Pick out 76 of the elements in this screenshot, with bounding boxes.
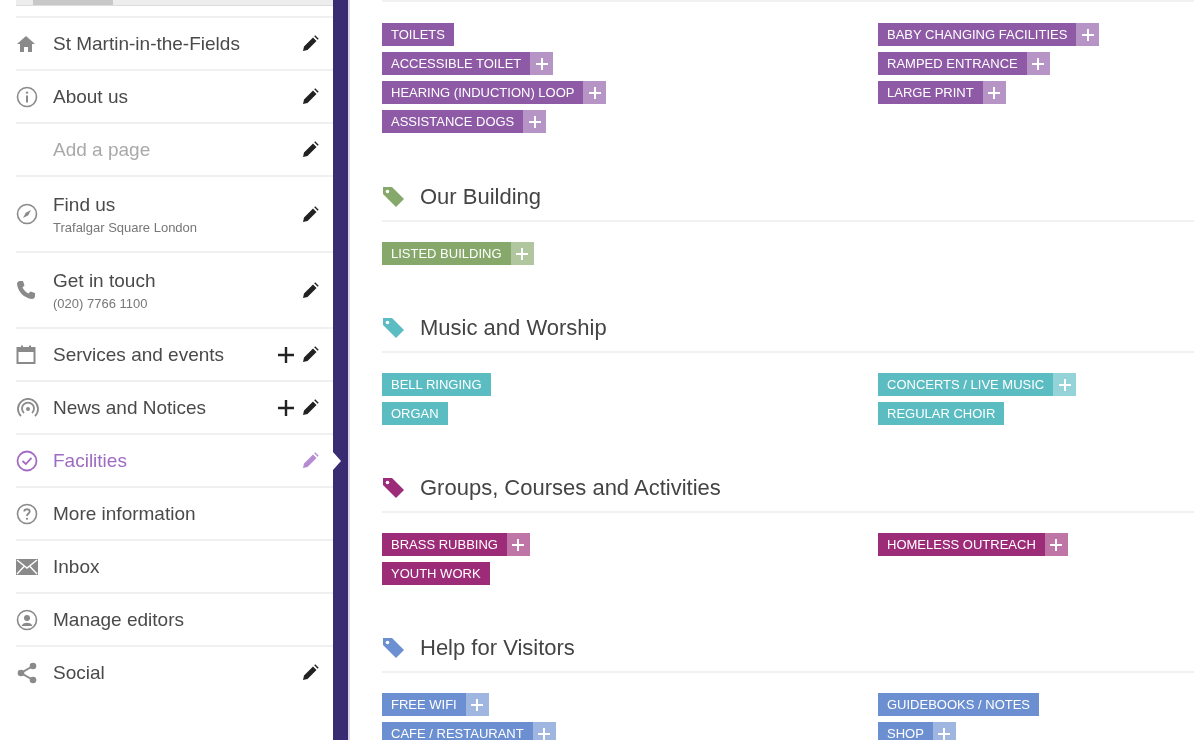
nav-label: Social [53, 661, 106, 684]
nav-label: Get in touch [53, 269, 157, 292]
nav-label: More information [53, 502, 197, 525]
plus-icon [528, 115, 541, 128]
section-title: Help for Visitors [420, 634, 575, 661]
plus-icon [471, 698, 484, 711]
pencil-icon[interactable] [302, 141, 319, 158]
facility-tag[interactable]: GUIDEBOOKS / NOTES [878, 693, 1040, 716]
info-icon [16, 85, 38, 108]
add-button[interactable] [1026, 52, 1050, 75]
nav-label: Services and events [53, 343, 226, 366]
plus-icon [538, 727, 551, 740]
nav-label: Facilities [53, 449, 128, 472]
nav-sublabel: (020) 7766 1100 [53, 295, 149, 311]
plus-icon [588, 86, 601, 99]
scrollbar[interactable] [16, 0, 333, 6]
plus-icon [516, 247, 529, 260]
section-title: Our Building [420, 183, 542, 210]
broadcast-icon [16, 397, 40, 418]
facility-tag[interactable]: ACCESSIBLE TOILET [382, 52, 531, 75]
home-icon [16, 34, 36, 53]
pencil-icon[interactable] [302, 35, 319, 52]
facility-tag[interactable]: BRASS RUBBING [382, 533, 507, 556]
pencil-icon[interactable] [302, 399, 319, 416]
facility-tag[interactable]: CAFE / RESTAURANT [382, 722, 533, 740]
add-button[interactable] [506, 533, 530, 556]
plus-icon [535, 57, 548, 70]
facility-tag[interactable]: FREE WIFI [382, 693, 466, 716]
plus-icon[interactable] [278, 399, 294, 416]
phone-icon [16, 280, 36, 300]
nav-label: Add a page [53, 138, 152, 161]
facility-tag[interactable]: HEARING (INDUCTION) LOOP [382, 81, 584, 104]
plus-icon [512, 538, 525, 551]
check-circle-icon [16, 449, 38, 472]
plus-icon [1058, 378, 1071, 391]
add-button[interactable] [532, 722, 556, 740]
user-icon [16, 608, 38, 631]
mail-icon [16, 558, 38, 575]
nav-label: Inbox [53, 555, 101, 578]
nav-label: About us [53, 85, 129, 108]
add-button[interactable] [465, 693, 489, 716]
plus-icon [988, 86, 1001, 99]
pencil-icon[interactable] [302, 205, 319, 223]
share-icon [16, 661, 38, 684]
plus-icon[interactable] [278, 346, 294, 363]
plus-icon [1050, 538, 1063, 551]
section-title: Music and Worship [420, 314, 607, 341]
help-icon [16, 502, 38, 525]
nav-sublabel: Trafalgar Square London [53, 219, 199, 235]
nav-label: Find us [53, 193, 117, 216]
add-button[interactable] [1044, 533, 1068, 556]
add-button[interactable] [982, 81, 1006, 104]
plus-icon [1081, 28, 1094, 41]
facility-tag[interactable]: BABY CHANGING FACILITIES [878, 23, 1077, 46]
facility-tag[interactable]: SHOP [878, 722, 933, 740]
compass-icon [16, 203, 38, 225]
facility-tag[interactable]: LARGE PRINT [878, 81, 983, 104]
facility-tag[interactable]: TOILETS [382, 23, 454, 46]
pencil-icon[interactable] [302, 88, 319, 105]
pencil-icon[interactable] [302, 664, 319, 681]
calendar-icon [16, 344, 36, 365]
facility-tag[interactable]: ASSISTANCE DOGS [382, 110, 524, 133]
nav-label: Manage editors [53, 608, 185, 631]
nav-label: St Martin-in-the-Fields [53, 32, 241, 55]
facility-tag[interactable]: HOMELESS OUTREACH [878, 533, 1045, 556]
facility-tag[interactable]: YOUTH WORK [382, 562, 490, 585]
add-button[interactable] [932, 722, 956, 740]
nav-item[interactable]: Inbox [16, 539, 333, 592]
facility-tag[interactable]: LISTED BUILDING [382, 242, 511, 265]
section-title: Groups, Courses and Activities [420, 474, 721, 501]
pencil-icon[interactable] [302, 281, 319, 299]
pencil-icon[interactable] [302, 346, 319, 363]
plus-icon [938, 727, 951, 740]
nav-label: News and Notices [53, 396, 208, 419]
facility-tag[interactable]: RAMPED ENTRANCE [878, 52, 1027, 75]
plus-icon [1032, 57, 1045, 70]
